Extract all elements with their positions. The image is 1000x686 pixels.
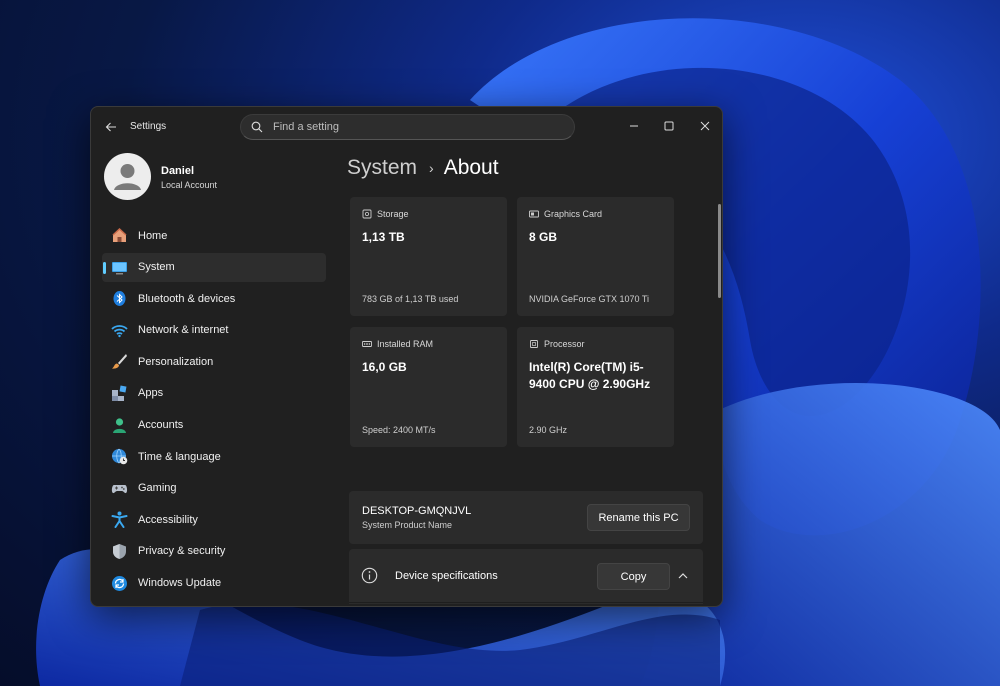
cpu-icon [529,339,539,349]
sidebar-item-label: Gaming [138,482,177,495]
sidebar-item-label: Personalization [138,355,214,368]
avatar [104,153,151,200]
card-label: Installed RAM [377,339,434,349]
app-title: Settings [130,121,167,132]
installed-ram-card[interactable]: Installed RAM 16,0 GB Speed: 2400 MT/s [350,327,507,447]
search-box[interactable] [240,114,575,140]
pc-name-row: DESKTOP-GMQNJVL System Product Name Rena… [349,491,703,544]
processor-speed: 2.90 GHz [529,425,568,435]
globe-clock-icon [110,448,128,466]
sidebar-item-gaming[interactable]: Gaming [102,474,326,503]
storage-card[interactable]: Storage 1,13 TB 783 GB of 1,13 TB used [350,197,507,316]
back-button[interactable] [101,117,121,137]
back-arrow-icon [105,122,116,132]
sidebar-item-accounts[interactable]: Accounts [102,411,326,440]
graphics-value: 8 GB [529,230,558,244]
update-icon [110,574,128,592]
processor-card[interactable]: Processor Intel(R) Core(TM) i5-9400 CPU … [517,327,674,447]
profile-name: Daniel [161,165,195,177]
sidebar-item-accessibility[interactable]: Accessibility [102,505,326,534]
home-icon [110,227,128,245]
copy-button[interactable]: Copy [597,563,670,590]
processor-value: Intel(R) Core(TM) i5-9400 CPU @ 2.90GHz [529,360,651,391]
rename-pc-button[interactable]: Rename this PC [587,504,690,531]
default-user-icon [114,164,141,190]
maximize-button[interactable] [655,113,683,139]
sidebar-item-apps[interactable]: Apps [102,379,326,408]
ram-speed: Speed: 2400 MT/s [362,425,436,435]
gpu-icon [529,209,539,219]
sidebar-item-personalization[interactable]: Personalization [102,347,326,376]
pc-name-caption: System Product Name [362,520,453,530]
sidebar-item-label: Accounts [138,419,184,432]
settings-window: Settings Daniel Local Account [90,106,723,607]
graphics-model: NVIDIA GeForce GTX 1070 Ti [529,294,650,304]
info-icon [361,567,378,584]
pc-name: DESKTOP-GMQNJVL [362,505,472,517]
storage-usage: 783 GB of 1,13 TB used [362,294,459,304]
chevron-up-icon[interactable] [676,569,690,583]
gamepad-icon [110,479,128,497]
sidebar-item-label: Bluetooth & devices [138,292,236,305]
sidebar-item-time-language[interactable]: Time & language [102,442,326,471]
breadcrumb-separator: › [429,160,434,176]
ram-value: 16,0 GB [362,360,407,374]
breadcrumb: System › About [347,153,499,183]
user-profile[interactable]: Daniel Local Account [104,153,324,201]
content-scrollbar[interactable] [718,204,721,298]
sidebar-item-label: System [138,261,175,274]
card-label: Graphics Card [544,209,603,219]
storage-icon [362,209,372,219]
search-icon [251,121,263,133]
sidebar-item-label: Accessibility [138,513,198,526]
wifi-icon [110,321,128,339]
breadcrumb-parent[interactable]: System [347,156,417,180]
sidebar-item-label: Privacy & security [138,545,226,558]
sidebar-nav: Home System Bluetooth & devices Network … [102,221,326,600]
sidebar-item-system[interactable]: System [102,252,326,282]
maximize-icon [664,121,674,131]
sidebar-item-privacy-security[interactable]: Privacy & security [102,537,326,566]
apps-icon [110,384,128,402]
title-bar: Settings [91,107,722,147]
sidebar-item-network[interactable]: Network & internet [102,316,326,345]
page-title: About [443,156,499,179]
storage-value: 1,13 TB [362,230,405,244]
device-specifications-header[interactable]: Device specifications Copy [349,549,703,604]
ram-icon [362,339,372,349]
sidebar-item-label: Network & internet [138,324,229,337]
sidebar-item-label: Apps [138,387,164,400]
accessibility-icon [110,511,128,529]
profile-account-type: Local Account [161,180,218,190]
card-label: Processor [544,339,585,349]
sidebar-item-bluetooth[interactable]: Bluetooth & devices [102,284,326,313]
minimize-button[interactable] [620,113,648,139]
person-icon [110,416,128,434]
close-button[interactable] [691,113,719,139]
search-input[interactable] [273,121,553,133]
graphics-card-card[interactable]: Graphics Card 8 GB NVIDIA GeForce GTX 10… [517,197,674,316]
close-icon [700,121,710,131]
divider [349,602,703,603]
sidebar-item-label: Home [138,229,168,242]
sidebar-item-home[interactable]: Home [102,221,326,250]
device-specifications-label: Device specifications [395,570,498,582]
monitor-icon [110,258,128,276]
sidebar-item-windows-update[interactable]: Windows Update [102,569,326,598]
sidebar-item-label: Time & language [138,450,221,463]
card-label: Storage [377,209,409,219]
minimize-icon [630,125,638,127]
shield-icon [110,542,128,560]
bluetooth-icon [110,290,128,308]
sidebar-item-label: Windows Update [138,577,222,590]
brush-icon [110,353,128,371]
